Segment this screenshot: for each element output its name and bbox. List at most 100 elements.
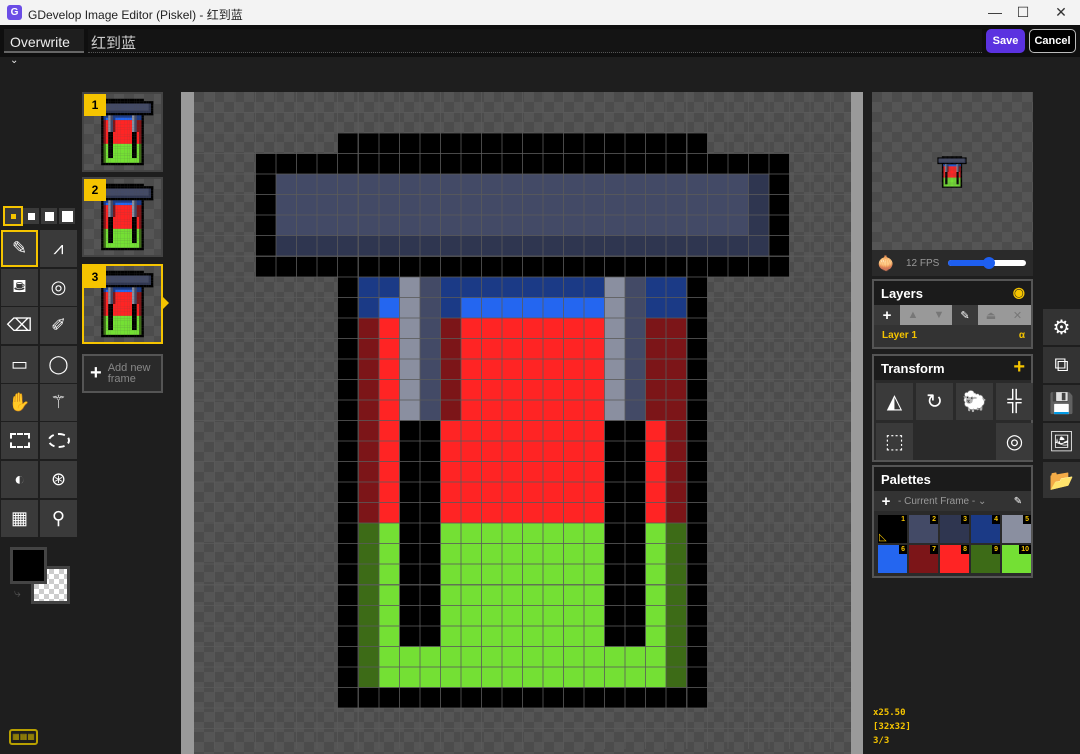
paint-bucket-tool[interactable]: ⛾ xyxy=(1,269,38,306)
frame-thumbnail-2[interactable]: 2 xyxy=(82,177,163,257)
lasso-select-tool[interactable] xyxy=(40,422,77,459)
close-button[interactable]: ✕ xyxy=(1046,3,1076,23)
palette-color-5[interactable]: 5 xyxy=(1002,515,1031,543)
pen-tool[interactable]: ✎ xyxy=(1,230,38,267)
eye-icon[interactable]: ◉ xyxy=(1013,284,1025,301)
pixel xyxy=(141,318,144,321)
save-button[interactable]: Save xyxy=(986,29,1025,53)
stroke-tool[interactable]: ✐ xyxy=(40,307,77,344)
plus-icon[interactable]: + xyxy=(1013,356,1025,379)
add-new-frame-button[interactable]: + Add new frame xyxy=(82,354,163,393)
dithering-tool[interactable]: ▦ xyxy=(1,500,38,537)
palette-color-6[interactable]: 6 xyxy=(878,545,907,573)
pixel xyxy=(949,183,951,185)
move-tool[interactable]: ✋ xyxy=(1,384,38,421)
crop-button[interactable]: ⬚ xyxy=(876,423,913,460)
palette-color-8[interactable]: 8 xyxy=(940,545,969,573)
layer-item[interactable]: Layer 1 α xyxy=(874,325,1031,347)
add-layer-button[interactable]: + xyxy=(874,305,900,325)
palette-color-3[interactable]: 3 xyxy=(940,515,969,543)
palette-color-2[interactable]: 2 xyxy=(909,515,938,543)
palette-color-9[interactable]: 9 xyxy=(971,545,1000,573)
rename-layer-button[interactable]: ✎ xyxy=(952,305,978,325)
pixel xyxy=(132,148,135,151)
save-mode-select[interactable]: Overwrite ⌄ xyxy=(4,29,84,66)
delete-layer-button[interactable]: ✕ xyxy=(1004,305,1031,325)
cancel-button[interactable]: Cancel xyxy=(1029,29,1076,53)
pixel xyxy=(124,292,128,295)
image-name-input[interactable]: 红到蓝 xyxy=(88,29,982,53)
paint-same-color-tool[interactable]: ◎ xyxy=(40,269,77,306)
palette-selected-value: - Current Frame - xyxy=(898,495,976,507)
color-picker-tool[interactable]: ⚲ xyxy=(40,500,77,537)
pixel xyxy=(947,170,949,172)
onion-skin-icon[interactable]: 🧅 xyxy=(872,255,900,272)
pixel xyxy=(122,158,125,161)
frame-thumbnail-3[interactable]: 3 xyxy=(82,264,163,344)
merge-layer-button[interactable]: ⏏ xyxy=(978,305,1004,325)
palette-color-1[interactable]: 1 ◺ xyxy=(878,515,907,543)
save-export-button[interactable]: 💾 xyxy=(1043,385,1080,421)
edit-palette-button[interactable]: ✎ xyxy=(1008,496,1028,507)
pixel xyxy=(941,168,943,170)
pixel xyxy=(961,181,963,183)
pixel xyxy=(124,188,128,191)
move-layer-down-button[interactable]: ▼ xyxy=(926,305,952,325)
add-palette-button[interactable]: + xyxy=(874,493,898,510)
move-layer-up-button[interactable]: ▲ xyxy=(900,305,926,325)
rotate-button[interactable]: ↻ xyxy=(916,383,953,420)
pixel xyxy=(440,543,461,565)
pixel xyxy=(108,132,111,135)
resize-button[interactable]: ⧉ xyxy=(1043,347,1080,383)
fps-slider[interactable] xyxy=(948,257,1026,269)
fps-slider-thumb[interactable] xyxy=(983,257,995,269)
pixel xyxy=(604,687,626,708)
mirror-pen-tool[interactable]: ⩘ xyxy=(40,230,77,267)
pixel xyxy=(117,155,121,159)
import-button[interactable]: 📂 xyxy=(1043,462,1080,498)
pen-size-3[interactable] xyxy=(41,208,57,224)
keyboard-shortcuts-icon[interactable]: ▦▦▦ xyxy=(9,729,38,745)
pixel xyxy=(337,358,359,380)
pixel xyxy=(110,108,113,111)
pixel xyxy=(522,420,544,442)
rectangle-tool[interactable]: ▭ xyxy=(1,346,38,383)
eraser-tool[interactable]: ⌫ xyxy=(1,307,38,344)
frame-thumbnail-1[interactable]: 1 xyxy=(82,92,163,172)
swap-colors-icon[interactable]: ⤷ xyxy=(14,586,21,601)
pixel xyxy=(117,299,121,302)
settings-button[interactable]: ⚙ xyxy=(1043,309,1080,345)
pen-size-4[interactable] xyxy=(59,208,75,224)
palette-select[interactable]: - Current Frame - ⌄ xyxy=(898,496,1008,507)
export-image-button[interactable]: 🖼 xyxy=(1043,423,1080,459)
pixel xyxy=(127,304,130,307)
palette-color-4[interactable]: 4 xyxy=(971,515,1000,543)
pixel xyxy=(255,235,277,257)
swap-colors-tool[interactable]: ⊛ xyxy=(40,461,77,498)
select-color-button[interactable]: ◎ xyxy=(996,423,1033,460)
rect-select-tool[interactable] xyxy=(1,422,38,459)
center-button[interactable]: ╬ xyxy=(996,383,1033,420)
pixel xyxy=(124,120,128,123)
magic-wand-tool[interactable]: ⚚ xyxy=(40,384,77,421)
pen-size-1[interactable] xyxy=(3,206,23,226)
drawing-canvas[interactable] xyxy=(194,92,851,754)
pixel xyxy=(120,292,123,295)
pen-size-2[interactable] xyxy=(23,208,39,224)
palette-color-10[interactable]: 10 xyxy=(1002,545,1031,573)
pixel xyxy=(134,308,137,312)
palette-color-7[interactable]: 7 xyxy=(909,545,938,573)
maximize-button[interactable]: ☐ xyxy=(1008,3,1038,23)
layer-opacity[interactable]: α xyxy=(1019,330,1025,341)
circle-tool[interactable]: ◯ xyxy=(40,346,77,383)
clone-button[interactable]: 🐑 xyxy=(956,383,993,420)
lighten-tool[interactable]: ◐ xyxy=(1,461,38,498)
flip-button[interactable]: ◭ xyxy=(876,383,913,420)
pixel xyxy=(122,240,125,244)
minimize-button[interactable]: — xyxy=(980,3,1010,23)
pixel xyxy=(419,399,441,421)
primary-color[interactable] xyxy=(10,547,47,584)
pixel xyxy=(584,379,605,400)
pixel xyxy=(122,221,125,225)
pixel xyxy=(481,174,502,195)
